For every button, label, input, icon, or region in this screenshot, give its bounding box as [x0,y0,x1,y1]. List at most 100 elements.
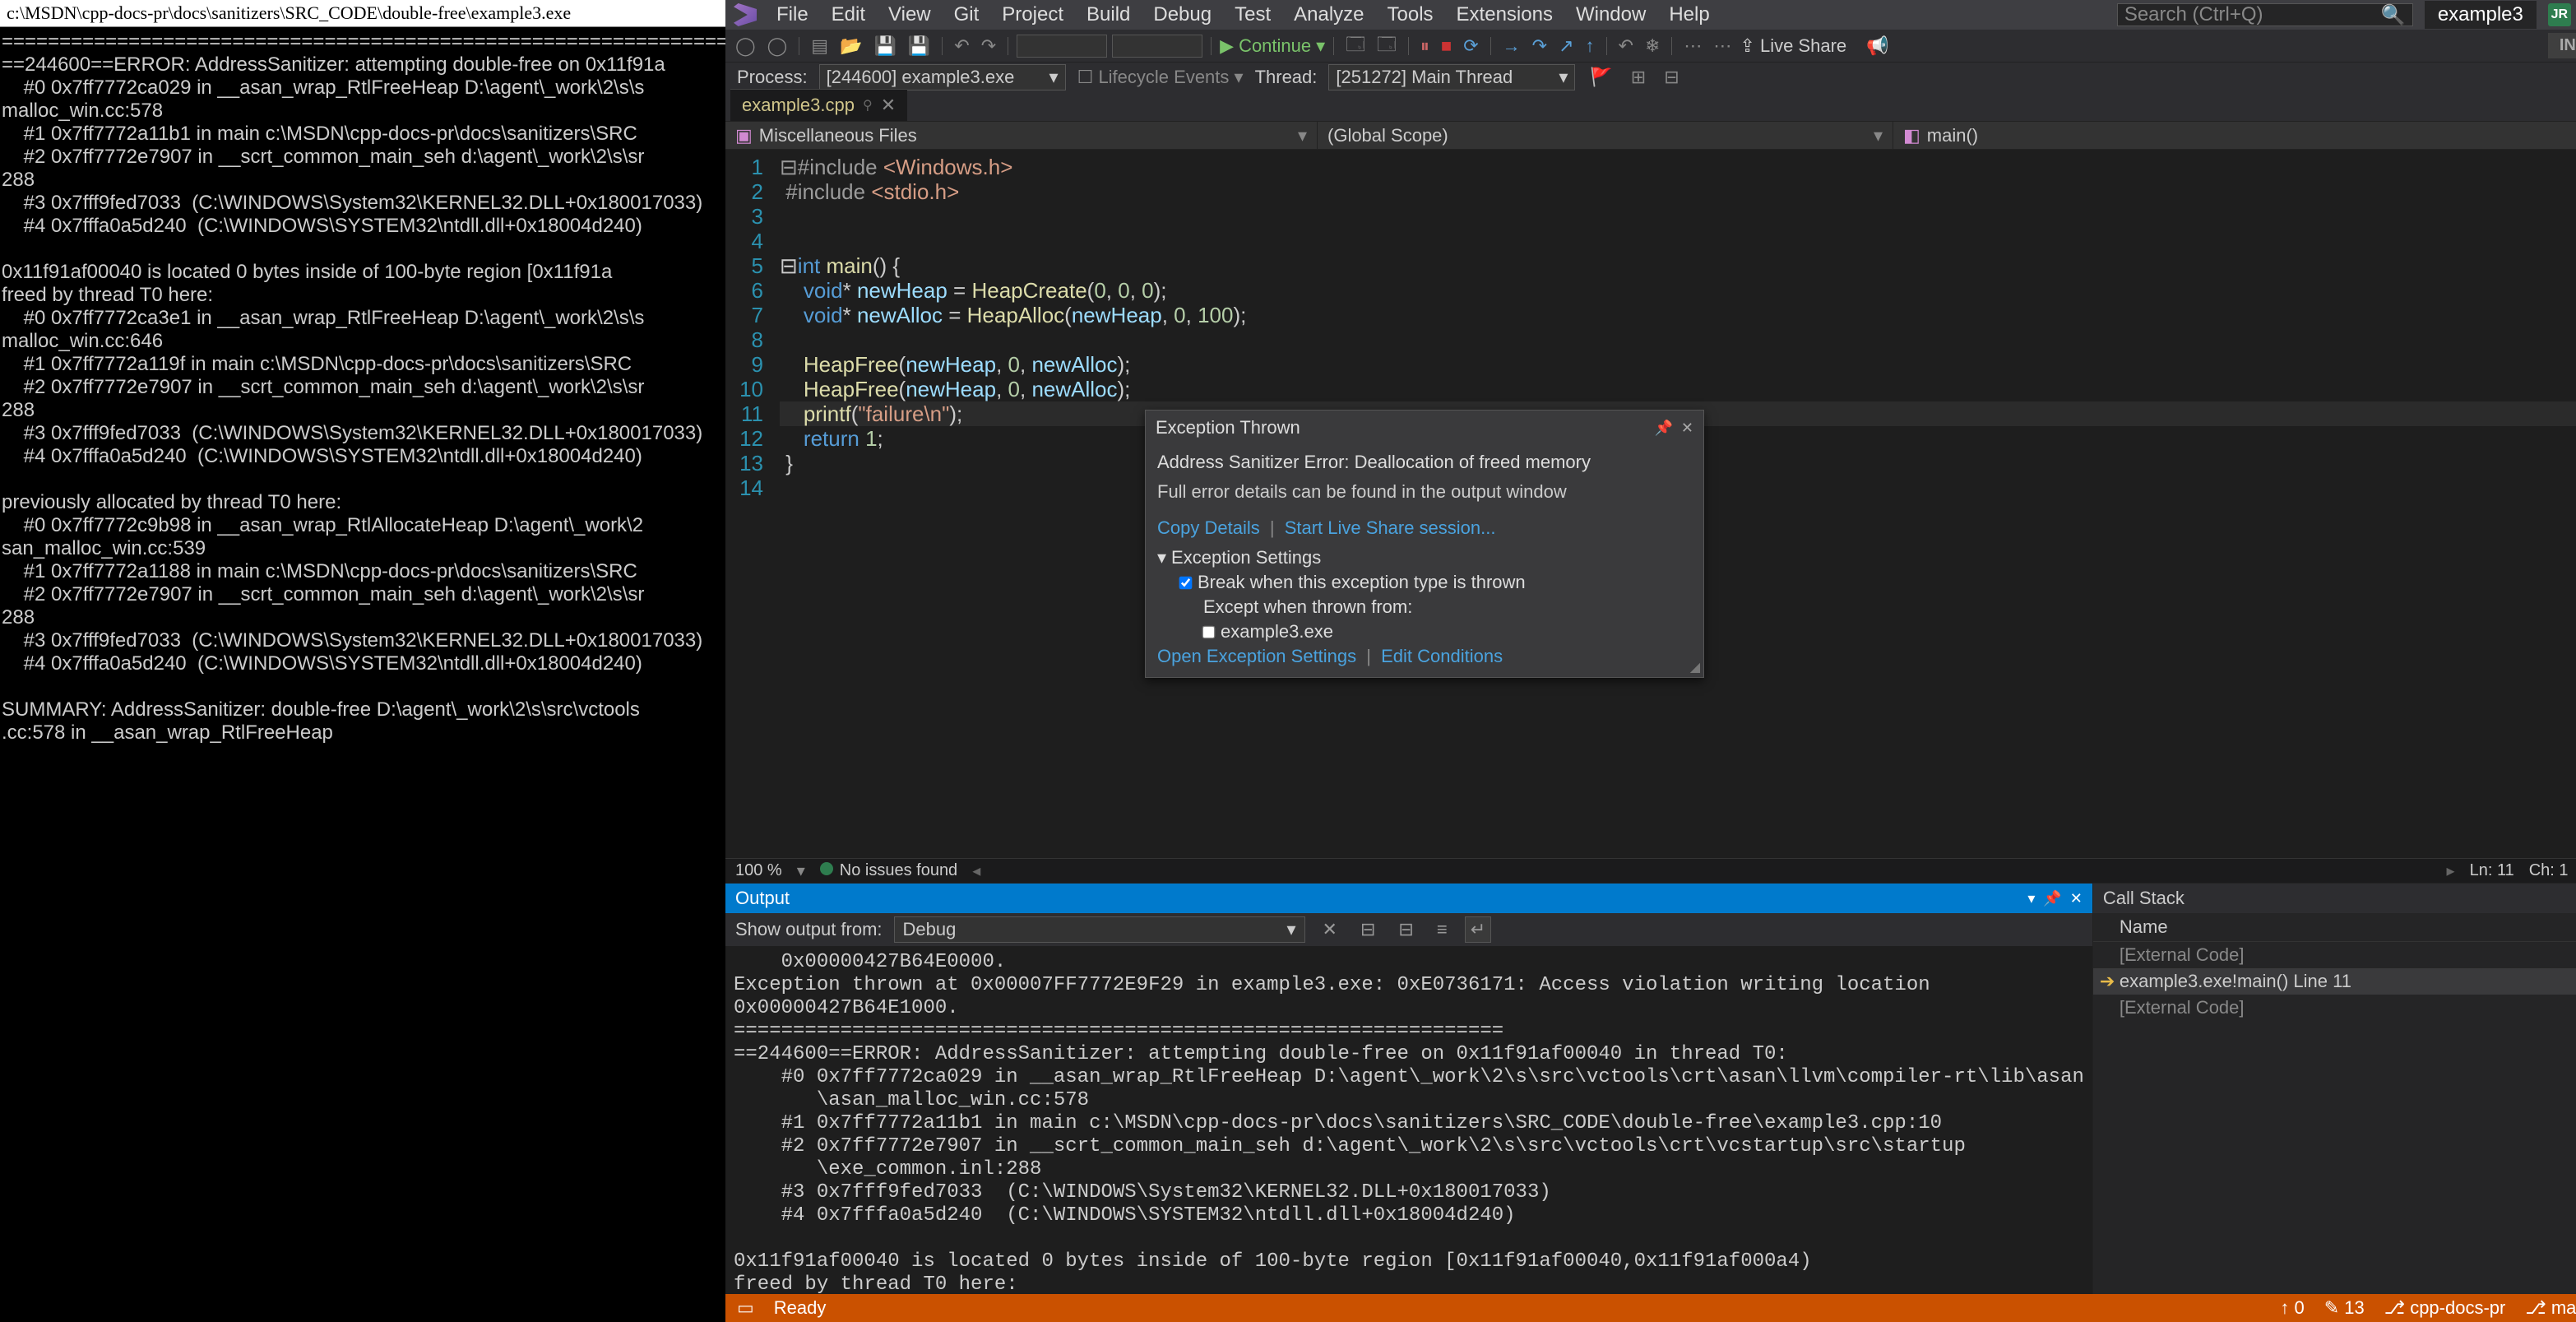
new-item-icon[interactable]: ▤ [808,34,832,58]
menu-debug[interactable]: Debug [1142,3,1223,26]
outgoing-commits[interactable]: ↑ 0 [2280,1297,2304,1319]
wrap-icon[interactable]: ↵ [1465,916,1491,943]
config-dropdown[interactable] [1017,35,1107,58]
open-icon[interactable]: 📂 [836,34,865,58]
tab-close-icon[interactable]: ✕ [881,95,896,116]
copy-details-link[interactable]: Copy Details [1157,517,1260,538]
callstack-panel: Call Stack ▾ 📌 ✕ Name Lang [External Cod… [2092,884,2576,1294]
search-input[interactable]: Search (Ctrl+Q) 🔍 [2117,3,2413,26]
undo-icon[interactable]: ↶ [951,34,972,58]
zoom-level[interactable]: 100 % [735,861,782,880]
nav-member-dropdown[interactable]: ◧main()▾ [1893,122,2576,150]
menu-file[interactable]: File [765,3,820,26]
console-output[interactable]: ========================================… [0,27,725,744]
clear-all-icon[interactable]: ≡ [1431,916,1453,943]
step-back-icon[interactable]: ↑ [1582,34,1598,58]
reverse-icon[interactable]: ↶ [1615,34,1637,58]
callstack-row[interactable]: [External Code] [2093,942,2576,968]
method-icon: ◧ [1903,125,1920,146]
save-icon[interactable]: 💾 [870,34,899,58]
menu-view[interactable]: View [877,3,943,26]
output-dropdown-icon[interactable]: ▾ [2027,890,2035,907]
exception-pin-icon[interactable]: 📌 [1654,420,1672,437]
menu-window[interactable]: Window [1564,3,1657,26]
menu-analyze[interactable]: Analyze [1282,3,1375,26]
repo-indicator[interactable]: ⎇ cpp-docs-pr [2384,1297,2506,1319]
callstack-col-name[interactable]: Name [2120,916,2576,938]
menu-project[interactable]: Project [990,3,1075,26]
continue-button[interactable]: ▶ Continue ▾ [1220,35,1325,57]
stack-icon[interactable]: ⊟ [1661,65,1682,90]
exception-close-icon[interactable]: ✕ [1681,420,1693,437]
nav-back-icon[interactable]: ◯ [732,34,759,58]
menu-build[interactable]: Build [1075,3,1142,26]
break-all-icon[interactable]: ⏸ [1417,34,1433,58]
menu-edit[interactable]: Edit [820,3,877,26]
menu-tools[interactable]: Tools [1376,3,1445,26]
hot-reload-icon[interactable]: 🗔 [1342,29,1369,63]
menu-extensions[interactable]: Extensions [1445,3,1564,26]
menu-test[interactable]: Test [1223,3,1282,26]
scroll-left-icon[interactable]: ◂ [972,860,980,881]
goto-icon[interactable]: ⊟ [1392,916,1419,943]
output-title-bar[interactable]: Output ▾ 📌 ✕ [725,884,2092,913]
restart-icon[interactable]: 🗔 [1374,29,1400,63]
code-editor[interactable]: 1234567891011121314 ⊟#include <Windows.h… [725,150,2576,858]
more1-icon[interactable]: ⋯ [1680,34,1705,58]
output-close-icon[interactable]: ✕ [2070,890,2083,907]
except-item-checkbox[interactable]: example3.exe [1157,619,1692,644]
redo-icon[interactable]: ↷ [978,34,999,58]
platform-dropdown[interactable] [1112,35,1202,58]
incoming-commits[interactable]: ✎ 13 [2324,1297,2365,1319]
clear-icon[interactable]: ✕ [1317,916,1343,943]
flag-icon[interactable]: 🚩 [1587,65,1615,90]
resize-grip-icon[interactable]: ◢ [1690,659,1700,675]
minimize-button[interactable]: — [2571,7,2576,24]
open-exception-settings-link[interactable]: Open Exception Settings [1157,646,1356,666]
exception-settings-header[interactable]: Exception Settings [1171,547,1321,568]
live-share-button[interactable]: ⇪ Live Share [1740,35,1846,57]
menu-help[interactable]: Help [1657,3,1721,26]
find-icon[interactable]: ⊟ [1355,916,1381,943]
nav-scope-dropdown[interactable]: (Global Scope)▾ [1318,122,1893,150]
pin-icon[interactable]: ⚲ [863,97,873,114]
issues-label[interactable]: No issues found [840,861,957,879]
line-indicator[interactable]: Ln: 11 [2470,861,2514,880]
callstack-row[interactable]: [External Code] [2093,995,2576,1021]
save-all-icon[interactable]: 💾 [905,34,934,58]
menu-git[interactable]: Git [943,3,991,26]
snapshot-icon[interactable]: ❄ [1642,34,1663,58]
output-source-dropdown[interactable]: Debug▾ [894,916,1305,943]
output-panel: Output ▾ 📌 ✕ Show output from: Debug▾ ✕ … [725,884,2092,1294]
branch-indicator[interactable]: ⎇ master ▴ [2525,1297,2576,1319]
output-toolbar: Show output from: Debug▾ ✕ ⊟ ⊟ ≡ ↵ [725,913,2092,946]
callstack-row[interactable]: ➔example3.exe!main() Line 11C++ [2093,968,2576,995]
process-dropdown[interactable]: [244600] example3.exe▾ [819,64,1066,90]
step-out-icon[interactable]: ↗ [1555,34,1577,58]
user-avatar[interactable]: JR [2548,3,2571,26]
edit-conditions-link[interactable]: Edit Conditions [1381,646,1503,666]
scroll-right-icon[interactable]: ▸ [2447,860,2455,881]
nav-project-dropdown[interactable]: ▣Miscellaneous Files▾ [725,122,1318,150]
more2-icon[interactable]: ⋯ [1710,34,1735,58]
refresh-icon[interactable]: ⟳ [1460,34,1481,58]
break-checkbox[interactable]: Break when this exception type is thrown [1157,570,1692,595]
output-text[interactable]: 0x00000427B64E0000. Exception thrown at … [725,946,2092,1294]
output-pin-icon[interactable]: 📌 [2043,890,2061,907]
search-placeholder: Search (Ctrl+Q) [2124,3,2263,26]
step-over-icon[interactable]: ↷ [1529,34,1550,58]
step-into-icon[interactable]: → [1499,34,1524,58]
lifecycle-events[interactable]: ☐ Lifecycle Events ▾ [1077,67,1244,88]
nav-fwd-icon[interactable]: ◯ [764,34,791,58]
thread-dropdown[interactable]: [251272] Main Thread▾ [1328,64,1575,90]
feedback-icon[interactable]: 📢 [1863,34,1892,58]
tab-example3-cpp[interactable]: example3.cpp ⚲ ✕ [730,89,907,121]
vs-status-bar: ▭ Ready ↑ 0 ✎ 13 ⎇ cpp-docs-pr ⎇ master … [725,1294,2576,1322]
callstack-title-bar[interactable]: Call Stack ▾ 📌 ✕ [2093,884,2576,913]
start-live-share-link[interactable]: Start Live Share session... [1285,517,1496,538]
stop-icon[interactable]: ■ [1438,34,1455,58]
solution-name[interactable]: example3 [2425,1,2537,29]
threads-icon[interactable]: ⊞ [1628,65,1649,90]
col-indicator[interactable]: Ch: 1 [2529,861,2569,880]
process-label: Process: [737,67,808,88]
